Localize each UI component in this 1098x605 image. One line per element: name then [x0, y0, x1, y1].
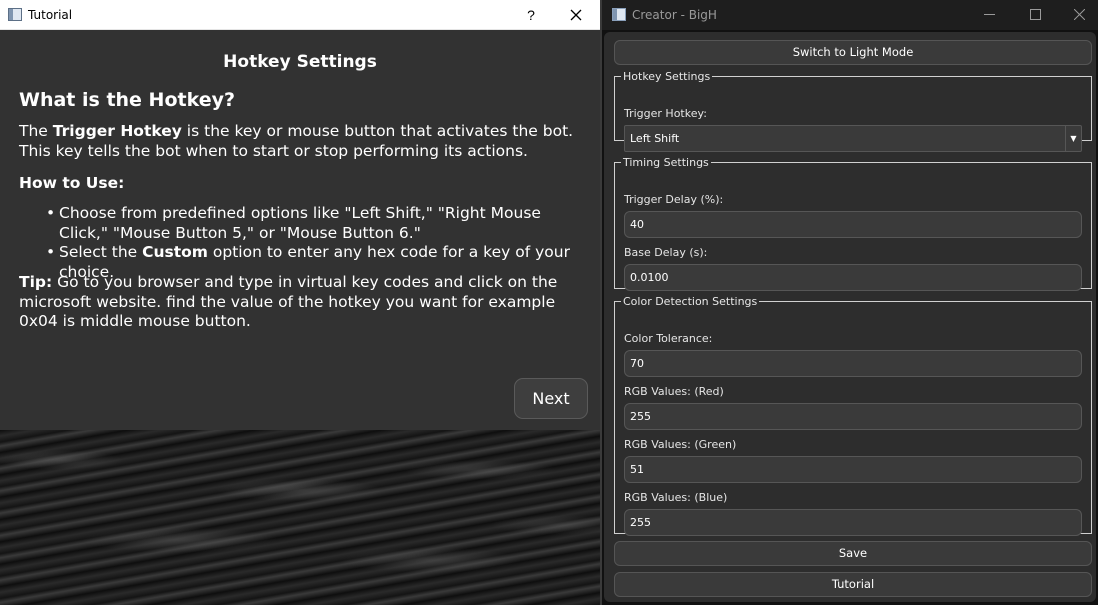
rgb-blue-label: RGB Values: (Blue)	[624, 491, 728, 504]
trigger-delay-label: Trigger Delay (%):	[624, 193, 724, 206]
save-button[interactable]: Save	[614, 541, 1092, 566]
tutorial-heading: Hotkey Settings	[223, 52, 377, 72]
tutorial-window: Tutorial ? Hotkey Settings What is the H…	[0, 0, 600, 605]
timing-settings-title: Timing Settings	[623, 156, 709, 169]
next-button[interactable]: Next	[514, 378, 588, 419]
tutorial-titlebar: Tutorial ?	[0, 0, 600, 30]
close-button[interactable]	[560, 4, 592, 26]
creator-window: Creator - BigH Switch to Light Mode Hotk…	[600, 0, 1098, 605]
list-item-text: Select the	[59, 243, 143, 261]
trigger-hotkey-value: Left Shift	[630, 132, 680, 145]
how-to-list: Choose from predefined options like "Lef…	[46, 204, 591, 282]
rgb-red-label: RGB Values: (Red)	[624, 385, 724, 398]
timing-settings-group: Timing Settings Trigger Delay (%): 40 Ba…	[614, 156, 1092, 291]
intro-text: The	[19, 122, 53, 140]
color-tolerance-label: Color Tolerance:	[624, 332, 713, 345]
list-item-bold: Custom	[142, 243, 208, 261]
tutorial-button[interactable]: Tutorial	[614, 572, 1092, 597]
creator-window-title: Creator - BigH	[632, 8, 717, 22]
intro-paragraph: The Trigger Hotkey is the key or mouse b…	[19, 122, 584, 161]
chevron-down-icon[interactable]: ▼	[1065, 126, 1081, 151]
trigger-hotkey-label: Trigger Hotkey:	[624, 107, 707, 120]
trigger-delay-input[interactable]: 40	[624, 211, 1082, 238]
color-detection-title: Color Detection Settings	[623, 295, 758, 308]
intro-bold-text: Trigger Hotkey	[52, 122, 182, 140]
close-button[interactable]	[1064, 4, 1094, 26]
minimize-button[interactable]	[974, 4, 1004, 26]
creator-body: Switch to Light Mode Hotkey Settings Tri…	[604, 32, 1096, 602]
section-title: What is the Hotkey?	[19, 89, 236, 111]
rgb-green-input[interactable]: 51	[624, 456, 1082, 483]
close-icon	[570, 9, 582, 21]
color-detection-group: Color Detection Settings Color Tolerance…	[614, 295, 1092, 536]
creator-titlebar: Creator - BigH	[602, 0, 1098, 30]
hotkey-settings-title: Hotkey Settings	[623, 70, 711, 83]
background-texture	[0, 430, 600, 605]
minimize-icon	[983, 14, 995, 15]
rgb-blue-input[interactable]: 255	[624, 509, 1082, 536]
rgb-red-input[interactable]: 255	[624, 403, 1082, 430]
tip-paragraph: Tip: Go to you browser and type in virtu…	[19, 273, 579, 332]
maximize-button[interactable]	[1020, 4, 1050, 26]
switch-theme-button[interactable]: Switch to Light Mode	[614, 40, 1092, 65]
trigger-hotkey-select[interactable]: Left Shift ▼	[624, 125, 1082, 152]
tutorial-content: Hotkey Settings What is the Hotkey? The …	[0, 30, 600, 430]
tip-text: Go to you browser and type in virtual ke…	[19, 273, 558, 330]
window-app-icon	[8, 8, 22, 21]
maximize-icon	[1029, 9, 1041, 20]
window-app-icon	[612, 8, 626, 21]
tutorial-window-title: Tutorial	[28, 8, 73, 22]
how-to-title: How to Use:	[19, 174, 125, 192]
color-tolerance-input[interactable]: 70	[624, 350, 1082, 377]
close-icon	[1073, 8, 1085, 21]
rgb-green-label: RGB Values: (Green)	[624, 438, 737, 451]
list-item: Choose from predefined options like "Lef…	[46, 204, 591, 243]
tip-label: Tip:	[19, 273, 53, 291]
base-delay-input[interactable]: 0.0100	[624, 264, 1082, 291]
help-button[interactable]: ?	[520, 4, 542, 26]
base-delay-label: Base Delay (s):	[624, 246, 708, 259]
hotkey-settings-group: Hotkey Settings Trigger Hotkey: Left Shi…	[614, 70, 1092, 152]
